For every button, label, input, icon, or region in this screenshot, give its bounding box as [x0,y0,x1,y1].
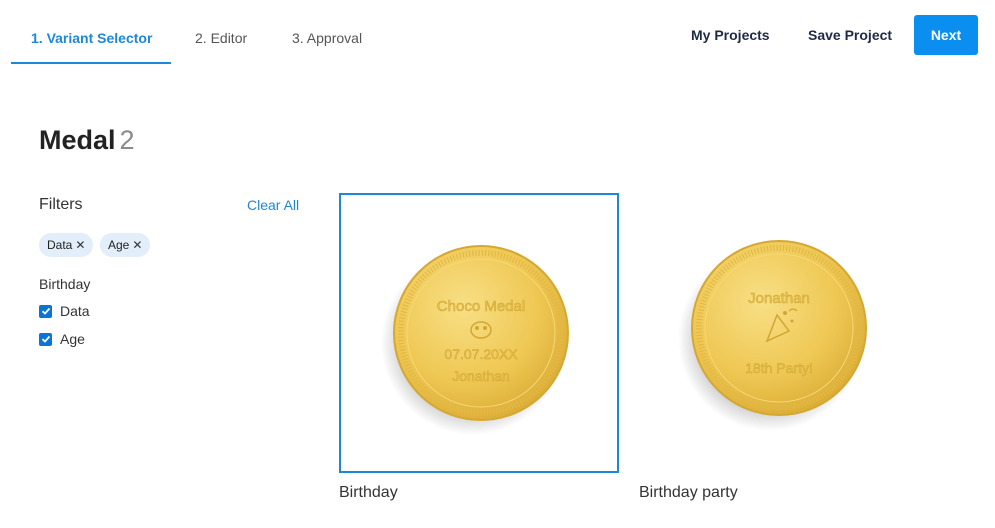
product-label[interactable]: Birthday [339,484,398,502]
medal-line-2: 07.07.20XX [444,346,518,362]
medal-line-1: Jonathan [748,290,810,307]
checkbox-checked-icon[interactable] [39,304,52,318]
product-card-birthday[interactable]: Choco Medal 07.07.20XX Jonathan [339,193,619,473]
close-icon[interactable]: ✕ [132,238,142,252]
result-count: 2 [119,125,135,155]
filter-chip-label: Age [108,238,130,252]
page-title-text: Medal [39,125,116,155]
filter-chip-label: Data [47,238,73,252]
tab-variant-selector[interactable]: 1. Variant Selector [31,30,152,46]
tab-editor[interactable]: 2. Editor [195,30,247,46]
next-button[interactable]: Next [914,15,978,55]
medal-image: Choco Medal 07.07.20XX Jonathan [381,245,569,435]
medal-line-2: 18th Party! [745,360,813,376]
medal-image: Jonathan 18th Party! [678,240,867,431]
filter-chip-age: Age ✕ [100,233,151,257]
save-project-link[interactable]: Save Project [808,27,892,43]
page-title: Medal 2 [39,125,135,156]
product-label[interactable]: Birthday party [639,484,738,502]
medal-line-3: Jonathan [452,368,510,384]
filter-chip-data: Data ✕ [39,233,94,257]
active-tab-indicator [11,62,171,64]
filter-option-label: Data [60,303,90,319]
filter-option-label: Age [60,331,85,347]
clear-all-link[interactable]: Clear All [247,197,299,213]
top-navigation: 1. Variant Selector 2. Editor 3. Approva… [0,0,995,70]
close-icon[interactable]: ✕ [75,238,85,252]
medal-line-1: Choco Medal [437,298,525,315]
filters-heading: Filters [39,196,83,213]
product-card-birthday-party[interactable]: Jonathan 18th Party! [639,193,919,473]
filter-group-birthday: Birthday [39,276,91,292]
my-projects-link[interactable]: My Projects [691,27,770,43]
checkbox-checked-icon[interactable] [39,332,52,346]
tab-approval[interactable]: 3. Approval [292,30,362,46]
filter-option-data[interactable]: Data [39,303,90,319]
filter-option-age[interactable]: Age [39,331,85,347]
